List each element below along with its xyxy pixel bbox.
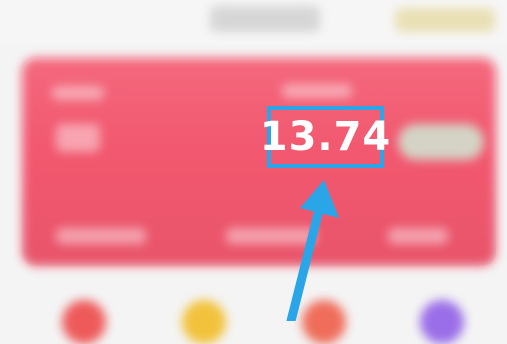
up-arrow-icon xyxy=(286,180,339,321)
